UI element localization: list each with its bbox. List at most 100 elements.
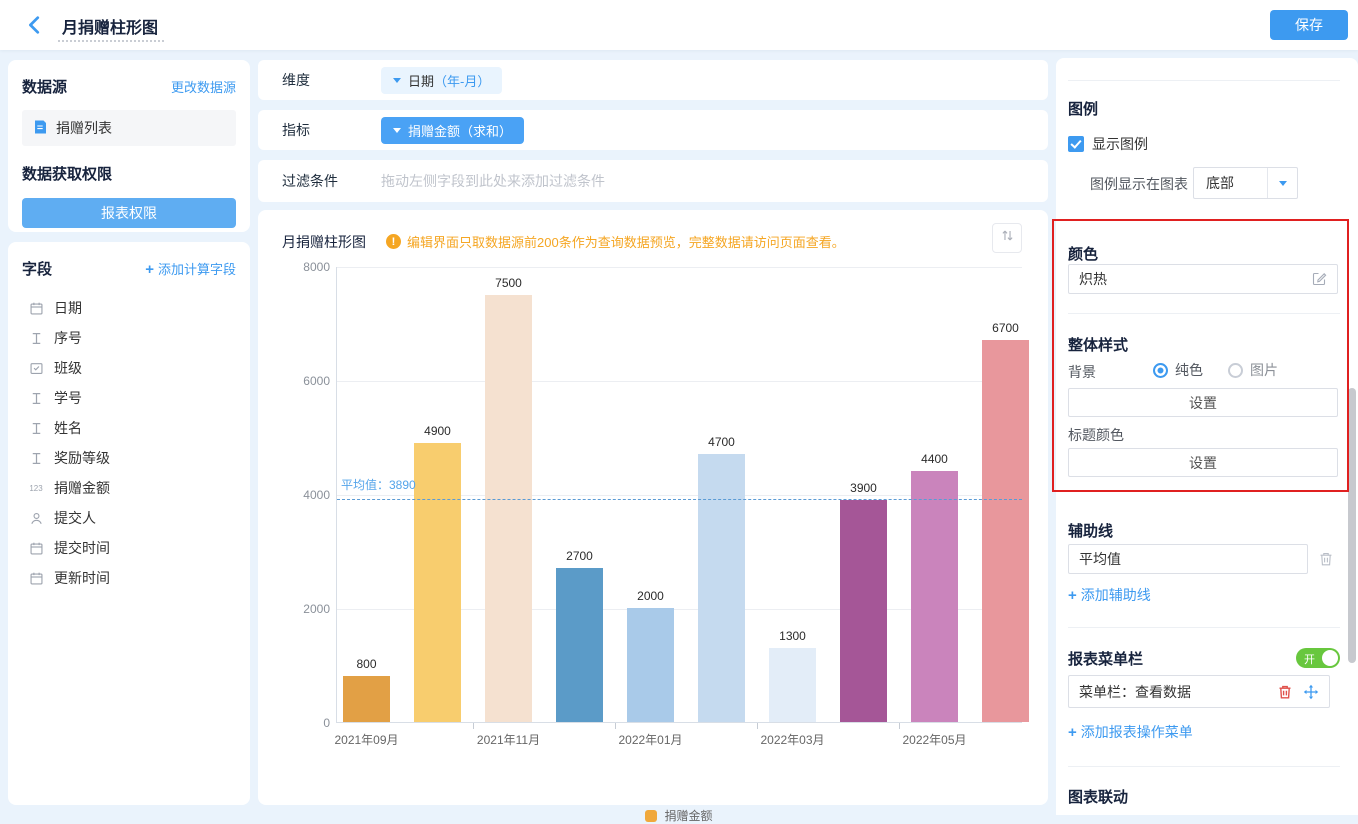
- datasource-title: 数据源: [22, 79, 68, 96]
- add-menu-link[interactable]: 添加报表操作菜单: [1068, 722, 1193, 742]
- number-icon: 123: [29, 483, 43, 493]
- move-icon[interactable]: [1303, 684, 1319, 700]
- chart-plot: 0 2000 4000 6000 8000 800 4900 7500 2700 2000 4700…: [303, 260, 1029, 747]
- bg-image-radio[interactable]: 图片: [1228, 360, 1278, 380]
- person-icon: [28, 510, 44, 526]
- field-label: 日期: [54, 300, 82, 316]
- bar[interactable]: 2700: [556, 549, 603, 722]
- divider: [1068, 766, 1340, 767]
- menu-item-row: 菜单栏：查看数据: [1068, 675, 1330, 708]
- y-axis-tick-label: 4000: [303, 488, 330, 502]
- edit-icon[interactable]: [1311, 271, 1327, 287]
- field-item[interactable]: 姓名: [22, 413, 236, 443]
- x-axis-tick-label: 2022年01月: [618, 733, 683, 747]
- bar-group: 800 4900 7500 2700 2000 4700 1300 3900 4400 6700: [343, 267, 1029, 722]
- document-icon: [32, 119, 48, 138]
- trash-icon[interactable]: [1277, 684, 1293, 700]
- back-button[interactable]: [24, 14, 46, 36]
- calendar-icon: [28, 300, 44, 316]
- field-item[interactable]: 奖励等级: [22, 443, 236, 473]
- bar-value-label: 2700: [566, 549, 593, 564]
- field-item[interactable]: 123 捐赠金额: [22, 473, 236, 503]
- bar-value-label: 4900: [424, 423, 451, 438]
- legend-section-title: 图例: [1068, 101, 1099, 118]
- y-axis-tick-label: 2000: [303, 602, 330, 616]
- scrollbar-thumb[interactable]: [1348, 388, 1356, 663]
- sort-button[interactable]: [992, 223, 1022, 253]
- text-icon: [28, 330, 44, 346]
- menu-toggle[interactable]: 开: [1296, 648, 1340, 668]
- show-legend-checkbox[interactable]: [1068, 136, 1084, 152]
- change-datasource-link[interactable]: 更改数据源: [171, 77, 236, 96]
- field-item[interactable]: 更新时间: [22, 563, 236, 593]
- field-item[interactable]: 学号: [22, 383, 236, 413]
- average-line: [337, 499, 1022, 501]
- field-item[interactable]: 日期: [22, 293, 236, 323]
- bg-solid-radio[interactable]: 纯色: [1153, 360, 1203, 380]
- trash-icon[interactable]: [1318, 551, 1334, 567]
- menu-item-label: 菜单栏：查看数据: [1079, 683, 1191, 700]
- chevron-left-icon: [24, 16, 46, 40]
- bar[interactable]: 800: [343, 657, 390, 722]
- bar[interactable]: 4900: [414, 424, 461, 722]
- bar[interactable]: 1300: [769, 629, 816, 722]
- text-icon: [28, 420, 44, 436]
- text-icon: [28, 450, 44, 466]
- bar-value-label: 1300: [779, 628, 806, 643]
- save-button[interactable]: 保存: [1270, 10, 1348, 40]
- title-color-settings-button[interactable]: 设置: [1068, 448, 1338, 477]
- bar[interactable]: 2000: [627, 589, 674, 722]
- filter-placeholder: 拖动左侧字段到此处来添加过滤条件: [381, 173, 605, 189]
- color-scheme-value: 炽热: [1079, 271, 1107, 287]
- bar[interactable]: 7500: [485, 276, 532, 722]
- legend-position-select[interactable]: 底部: [1193, 167, 1298, 199]
- field-label: 更新时间: [54, 570, 110, 586]
- legend-label: 捐赠金额: [664, 809, 713, 823]
- field-item[interactable]: 提交时间: [22, 533, 236, 563]
- report-permission-button[interactable]: 报表权限: [22, 198, 236, 228]
- x-axis-tick: [757, 723, 758, 729]
- aux-line-input[interactable]: 平均值: [1068, 544, 1308, 574]
- bar-value-label: 800: [356, 657, 377, 672]
- field-label: 提交人: [54, 510, 96, 526]
- metric-label: 指标: [282, 122, 310, 138]
- add-aux-line-link[interactable]: 添加辅助线: [1068, 585, 1151, 605]
- divider: [1068, 627, 1340, 628]
- x-axis-tick-label: 2021年09月: [334, 733, 399, 747]
- x-axis-tick: [899, 723, 900, 729]
- datasource-item[interactable]: 捐赠列表: [22, 110, 236, 146]
- y-axis-tick-label: 8000: [303, 260, 330, 274]
- permission-title: 数据获取权限: [22, 166, 113, 183]
- dimension-pill[interactable]: 日期（年-月）: [381, 66, 503, 94]
- field-item[interactable]: 班级: [22, 353, 236, 383]
- background-label: 背景: [1068, 364, 1096, 380]
- divider: [1068, 80, 1340, 81]
- x-axis-tick-label: 2022年05月: [902, 733, 967, 747]
- color-scheme-input[interactable]: 炽热: [1068, 264, 1338, 294]
- average-line-label: 平均值：3890: [341, 478, 416, 493]
- top-header: 月捐赠柱形图 保存: [0, 0, 1358, 50]
- metric-pill[interactable]: 捐赠金额（求和）: [381, 116, 525, 144]
- chart-card: 月捐赠柱形图 编辑界面只取数据源前200条作为查询数据预览，完整数据请访问页面查…: [258, 210, 1048, 823]
- calendar-icon: [28, 540, 44, 556]
- add-calc-field-link[interactable]: 添加计算字段: [145, 259, 236, 278]
- dimension-row: 维度 日期（年-月）: [258, 60, 1048, 100]
- filter-label: 过滤条件: [282, 173, 338, 189]
- filter-row[interactable]: 过滤条件 拖动左侧字段到此处来添加过滤条件: [258, 160, 1048, 202]
- bar[interactable]: 4700: [698, 435, 745, 722]
- bar[interactable]: 4400: [911, 452, 958, 722]
- field-item[interactable]: 序号: [22, 323, 236, 353]
- chart-warning: 编辑界面只取数据源前200条作为查询数据预览，完整数据请访问页面查看。: [386, 232, 845, 251]
- divider: [1068, 313, 1340, 314]
- settings-panel: 图例 显示图例 图例显示在图表 底部 颜色 炽热 整体样式 背景 纯色 图片 设…: [1052, 58, 1358, 815]
- bg-settings-button[interactable]: 设置: [1068, 388, 1338, 417]
- bar-value-label: 7500: [495, 275, 522, 290]
- legend-position-label: 图例显示在图表: [1090, 176, 1188, 192]
- color-section-title: 颜色: [1068, 246, 1099, 263]
- bar[interactable]: 6700: [982, 321, 1029, 722]
- title-color-label: 标题颜色: [1068, 427, 1124, 443]
- bar-value-label: 2000: [637, 589, 664, 603]
- legend-item[interactable]: 捐赠金额: [645, 807, 713, 824]
- bar[interactable]: 3900: [840, 481, 887, 722]
- field-item[interactable]: 提交人: [22, 503, 236, 533]
